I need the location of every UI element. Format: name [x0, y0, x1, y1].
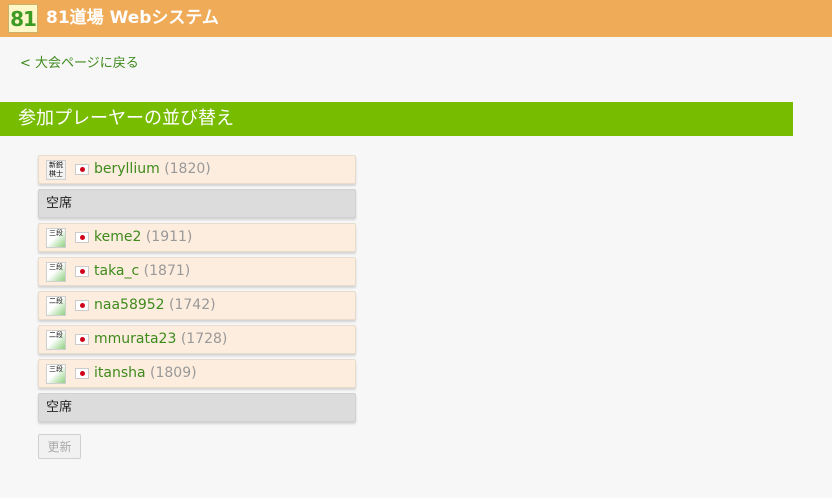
app-title: 81道場 Webシステム	[46, 8, 219, 28]
player-row[interactable]: 新鋭棋士 beryllium (1820)	[38, 155, 356, 184]
player-name-link[interactable]: beryllium (1820)	[94, 156, 211, 183]
rank-badge-icon: 三段	[46, 228, 66, 248]
player-row[interactable]: 三段 itansha (1809)	[38, 359, 356, 388]
japan-flag-icon	[75, 368, 89, 379]
player-rating: (1820)	[164, 161, 211, 177]
player-name[interactable]: beryllium	[94, 161, 160, 177]
back-to-tournament-link[interactable]: < 大会ページに戻る	[20, 52, 139, 71]
player-name[interactable]: itansha	[94, 365, 146, 381]
update-button[interactable]: 更新	[38, 434, 81, 459]
player-row[interactable]: 二段 mmurata23 (1728)	[38, 325, 356, 354]
section-title: 参加プレーヤーの並び替え	[18, 108, 234, 129]
player-name-link[interactable]: keme2 (1911)	[94, 224, 192, 251]
japan-flag-icon	[75, 300, 89, 311]
section-header: 参加プレーヤーの並び替え	[0, 102, 793, 136]
player-row[interactable]: 三段 keme2 (1911)	[38, 223, 356, 252]
site-logo[interactable]: 81	[8, 4, 38, 33]
player-name-link[interactable]: mmurata23 (1728)	[94, 326, 227, 353]
top-bar: 81 81道場 Webシステム	[0, 0, 832, 37]
rank-badge-icon: 三段	[46, 364, 66, 384]
player-name-link[interactable]: itansha (1809)	[94, 360, 197, 387]
player-name-link[interactable]: taka_c (1871)	[94, 258, 190, 285]
player-name[interactable]: naa58952	[94, 297, 165, 313]
player-rating: (1911)	[145, 229, 193, 245]
sortable-player-list: 新鋭棋士 beryllium (1820) 空席 三段 keme2 (1911)…	[38, 155, 356, 427]
player-rating: (1728)	[180, 331, 228, 347]
player-row[interactable]: 三段 taka_c (1871)	[38, 257, 356, 286]
player-rating: (1742)	[169, 297, 216, 313]
empty-seat-label: 空席	[46, 400, 73, 415]
japan-flag-icon	[75, 164, 89, 175]
player-rating: (1809)	[150, 365, 197, 381]
empty-seat-label: 空席	[46, 196, 73, 211]
japan-flag-icon	[75, 232, 89, 243]
player-name[interactable]: mmurata23	[94, 331, 176, 347]
rank-badge-icon: 二段	[46, 296, 66, 316]
player-row[interactable]: 二段 naa58952 (1742)	[38, 291, 356, 320]
player-name[interactable]: keme2	[94, 229, 141, 245]
rank-badge-icon: 二段	[46, 330, 66, 350]
empty-seat-row[interactable]: 空席	[38, 393, 356, 422]
rank-badge-icon: 新鋭棋士	[46, 160, 66, 180]
empty-seat-row[interactable]: 空席	[38, 189, 356, 218]
player-name[interactable]: taka_c	[94, 263, 139, 279]
japan-flag-icon	[75, 266, 89, 277]
player-name-link[interactable]: naa58952 (1742)	[94, 292, 216, 319]
rank-badge-icon: 三段	[46, 262, 66, 282]
player-rating: (1871)	[143, 263, 191, 279]
japan-flag-icon	[75, 334, 89, 345]
